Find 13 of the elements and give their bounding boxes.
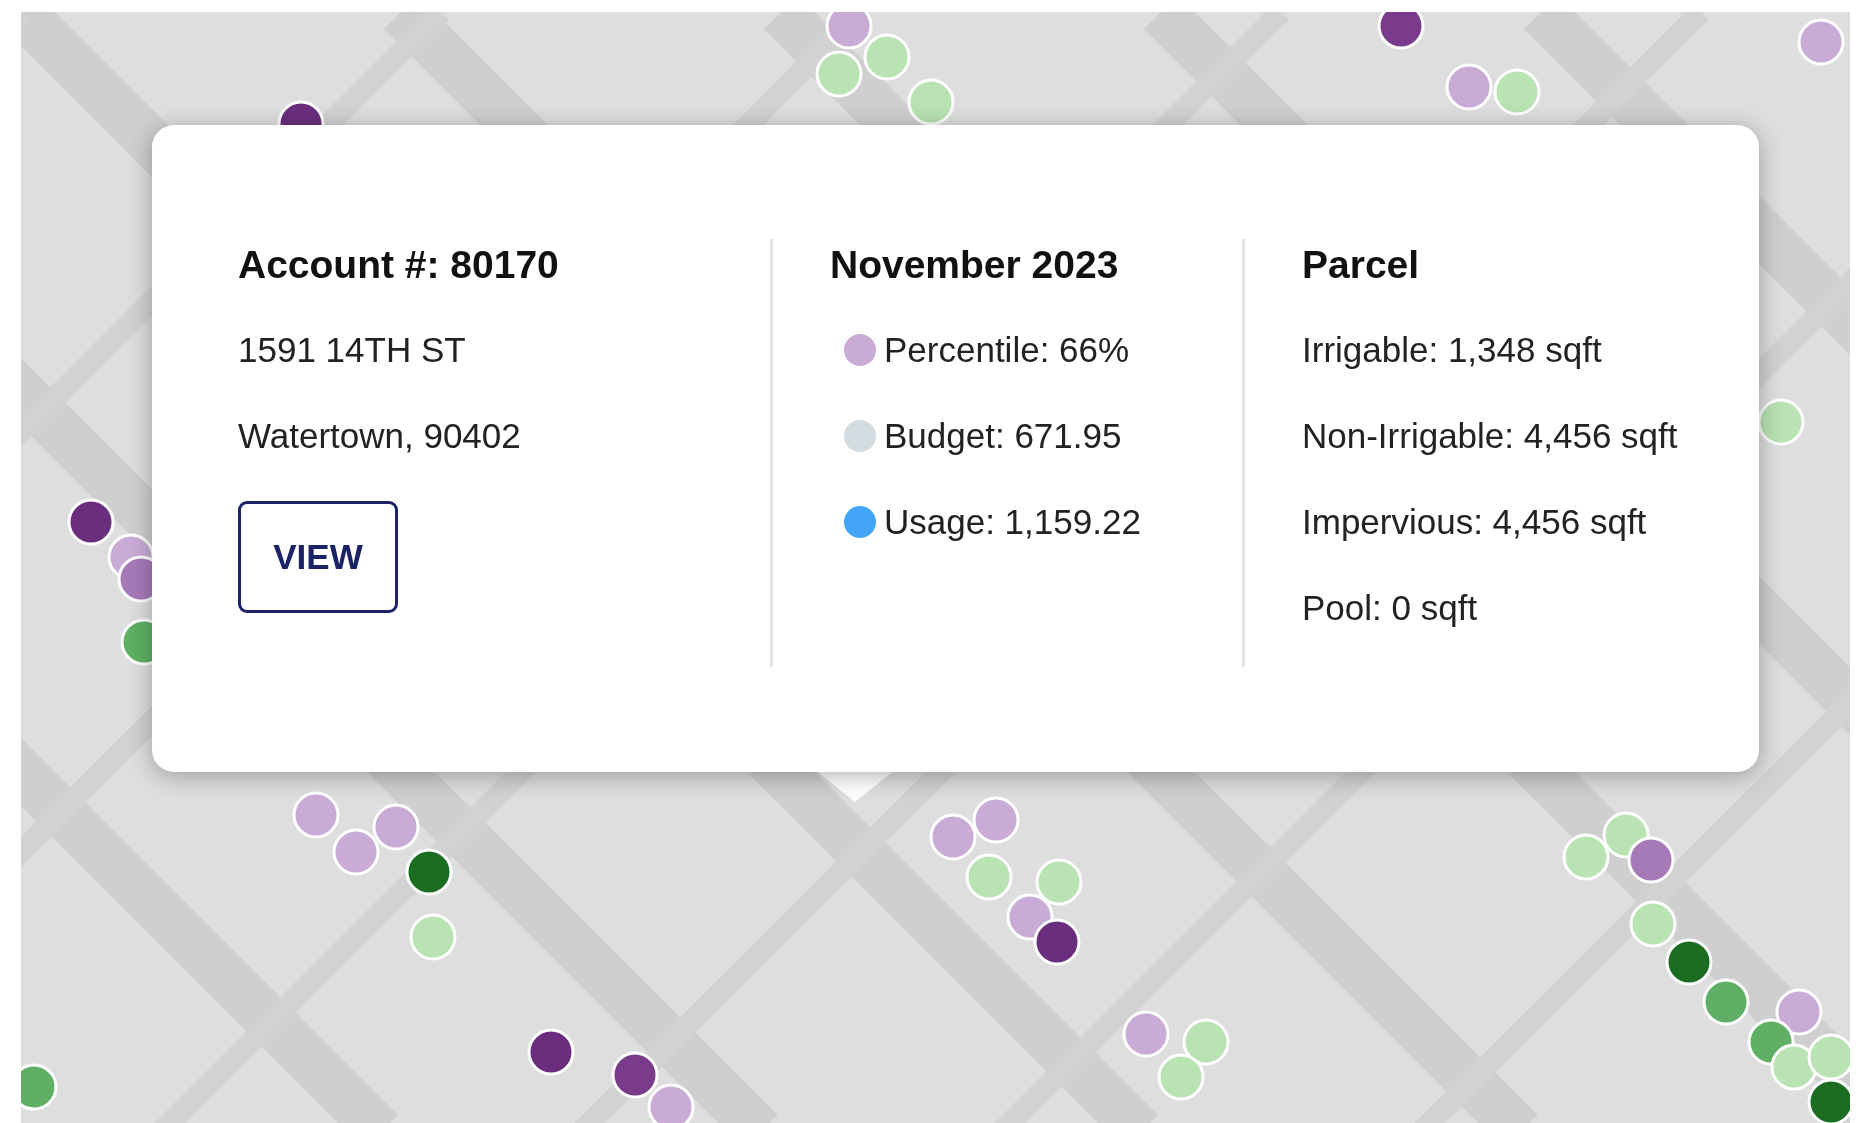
legend-label: Budget: 671.95 <box>884 416 1122 456</box>
parcel-detail: Pool: 0 sqft <box>1302 587 1478 629</box>
legend-label: Percentile: 66% <box>884 330 1130 370</box>
parcel-detail: Irrigable: 1,348 sqft <box>1302 329 1602 371</box>
address-text: 1591 14TH ST <box>238 329 466 371</box>
parcel-detail: Impervious: 4,456 sqft <box>1302 501 1647 543</box>
parcel-detail: Non-Irrigable: 4,456 sqft <box>1302 415 1678 457</box>
address-text: Watertown, 90402 <box>238 415 521 457</box>
legend-label: Usage: 1,159.22 <box>884 502 1141 542</box>
month-title: November 2023 <box>830 242 1119 288</box>
view-button[interactable]: VIEW <box>238 501 398 613</box>
parcel-title: Parcel <box>1302 242 1420 288</box>
account-title: Account #: 80170 <box>238 242 559 288</box>
